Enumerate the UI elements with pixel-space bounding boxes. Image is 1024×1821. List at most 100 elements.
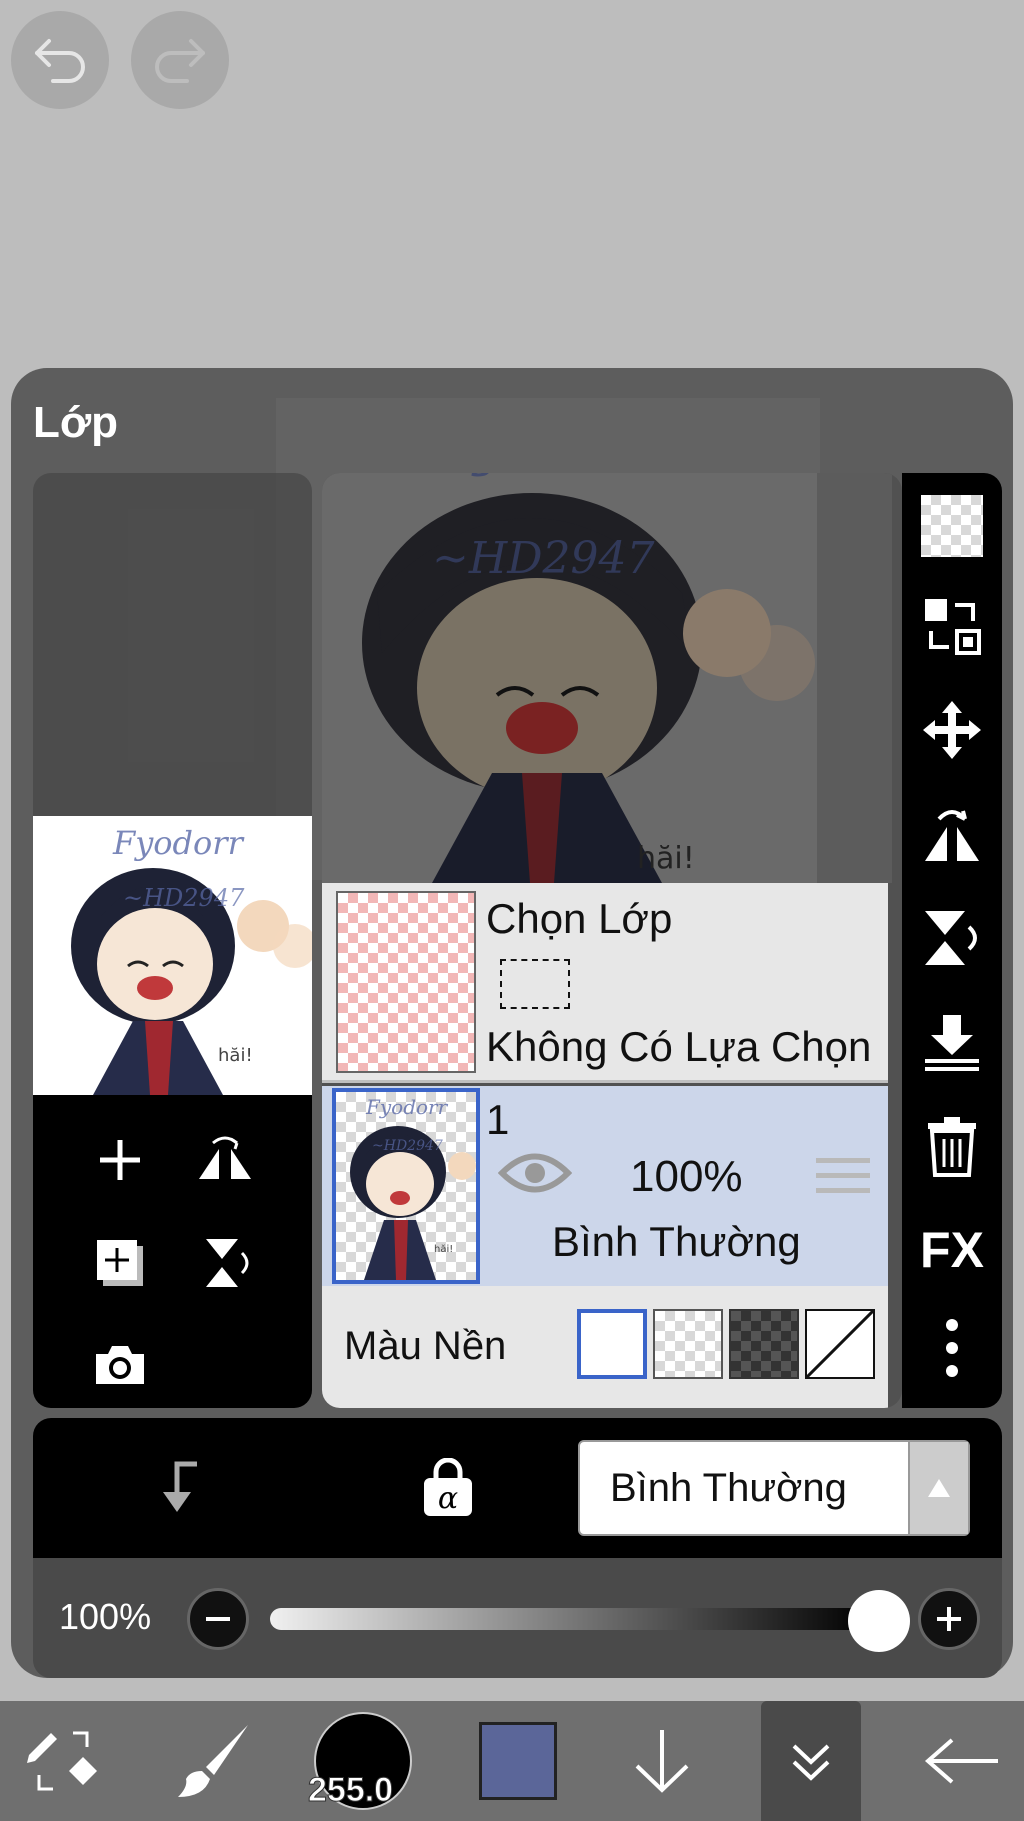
move-arrows-icon — [923, 701, 981, 759]
alpha-lock-button[interactable]: α — [413, 1448, 483, 1528]
background-color-row: Màu Nền — [322, 1286, 888, 1408]
flip-vertical-button[interactable] — [917, 903, 987, 973]
chibi-artwork-preview-image: Fyodorr ~HD2947 hăi! — [322, 473, 892, 883]
scroll-down-button[interactable] — [612, 1701, 712, 1821]
color-picker-button[interactable] — [468, 1701, 568, 1821]
undo-icon — [35, 39, 85, 83]
layer-drag-handle[interactable] — [816, 1156, 870, 1196]
copy-plus-icon — [97, 1240, 143, 1286]
brush-tool-button[interactable] — [162, 1701, 262, 1821]
canvas-preview: Fyodorr ~HD2947 hăi! — [322, 473, 892, 883]
opacity-decrease-button[interactable] — [187, 1588, 249, 1650]
chibi-artwork-image: Fyodorr ~HD2947 hăi! — [33, 816, 312, 1095]
triangle-up-icon — [928, 1479, 950, 1497]
selection-marquee-icon — [500, 959, 570, 1009]
layer-1-name: 1 — [486, 1096, 510, 1143]
move-layer-button[interactable] — [917, 695, 987, 765]
layer-overview: Fyodorr ~HD2947 hăi! — [33, 473, 312, 1408]
bg-dark-checker-option[interactable] — [729, 1309, 799, 1379]
drag-handle-icon — [816, 1158, 870, 1193]
selection-layer-row[interactable]: Chọn Lớp Không Có Lựa Chọn — [322, 883, 888, 1083]
flip-layer-horizontal-button[interactable] — [190, 1125, 260, 1195]
flip-layer-vertical-button[interactable] — [190, 1228, 260, 1298]
brush-size-value: 255.0 — [307, 1771, 394, 1810]
current-color-swatch — [479, 1722, 557, 1800]
svg-text:hăi!: hăi! — [218, 1045, 253, 1066]
selection-status: Không Có Lựa Chọn — [486, 1023, 872, 1070]
layer-1-blend-mode: Bình Thường — [552, 1218, 801, 1265]
merge-down-button[interactable] — [917, 1007, 987, 1077]
redo-icon — [155, 39, 205, 83]
alpha-lock-icon: α — [424, 1458, 472, 1516]
merge-down-icon — [925, 1015, 979, 1071]
svg-text:hăi!: hăi! — [637, 841, 695, 876]
opacity-slider[interactable] — [270, 1608, 870, 1630]
flip-vertical-icon — [206, 1239, 249, 1287]
opacity-slider-thumb[interactable] — [848, 1590, 910, 1652]
layer-1-opacity: 100% — [630, 1152, 743, 1201]
bg-none-option[interactable] — [805, 1309, 875, 1379]
layer-mode-bar: α Bình Thường — [33, 1418, 1002, 1558]
delete-layer-button[interactable] — [917, 1111, 987, 1181]
undo-button[interactable] — [11, 11, 109, 109]
opacity-increase-button[interactable] — [918, 1588, 980, 1650]
layers-tab-button[interactable] — [761, 1701, 861, 1821]
camera-import-button[interactable] — [85, 1330, 155, 1400]
minus-icon — [206, 1617, 230, 1621]
layer-list-area: Fyodorr ~HD2947 hăi! Chọn Lớp Không Có L… — [322, 473, 902, 1408]
selection-layer-thumbnail — [336, 891, 476, 1073]
svg-text:α: α — [438, 1481, 458, 1516]
add-copy-layer-button[interactable] — [85, 1228, 155, 1298]
clipping-button[interactable] — [143, 1448, 213, 1528]
panel-title: Lớp — [33, 398, 119, 447]
layer-visibility-toggle[interactable] — [497, 1148, 573, 1198]
trash-icon — [928, 1117, 976, 1177]
plus-icon — [937, 1607, 961, 1631]
brush-size-indicator: 255.0 — [307, 1712, 412, 1810]
eye-icon — [497, 1153, 573, 1193]
arrow-left-icon — [924, 1738, 998, 1784]
brush-size-button[interactable]: 255.0 — [307, 1701, 418, 1821]
svg-text:~HD2947: ~HD2947 — [372, 1138, 443, 1154]
brush-icon — [178, 1725, 248, 1797]
redo-button[interactable] — [131, 11, 229, 109]
flip-horizontal-button[interactable] — [917, 799, 987, 869]
blend-mode-value: Bình Thường — [610, 1465, 847, 1510]
layer-1-thumbnail: Fyodorr ~HD2947 hăi! — [332, 1088, 480, 1284]
back-button[interactable] — [912, 1701, 1012, 1821]
layer-1-artwork-image: Fyodorr ~HD2947 hăi! — [350, 1095, 476, 1280]
swap-layers-button[interactable] — [917, 591, 987, 661]
layer-row-1[interactable]: Fyodorr ~HD2947 hăi! 1 100% Bình Thường — [322, 1086, 888, 1286]
layer-tools — [33, 1095, 312, 1408]
tool-switch-button[interactable] — [18, 1701, 108, 1821]
bg-white-option[interactable] — [577, 1309, 647, 1379]
opacity-bar: 100% — [33, 1558, 1002, 1678]
blend-mode-select[interactable]: Bình Thường — [578, 1440, 970, 1536]
layer-side-toolbar: FX — [902, 473, 1002, 1408]
more-options-button[interactable] — [917, 1313, 987, 1383]
fx-button[interactable]: FX — [910, 1215, 994, 1285]
add-layer-button[interactable] — [85, 1125, 155, 1195]
swap-layers-icon — [925, 599, 981, 655]
arrow-down-icon — [635, 1730, 689, 1793]
flip-vertical-icon — [925, 911, 977, 965]
bg-transparent-option[interactable] — [653, 1309, 723, 1379]
svg-text:~HD2947: ~HD2947 — [432, 533, 655, 584]
plus-icon — [100, 1140, 140, 1180]
svg-text:~HD2947: ~HD2947 — [123, 884, 245, 912]
bottom-toolbar: 255.0 — [0, 1701, 1024, 1821]
blend-mode-dropdown-arrow[interactable] — [908, 1442, 968, 1534]
svg-text:Fyodorr: Fyodorr — [365, 1095, 449, 1119]
flip-horizontal-icon — [925, 810, 979, 861]
chevron-double-down-icon — [792, 1744, 830, 1781]
camera-icon — [96, 1346, 144, 1384]
more-vertical-icon — [946, 1319, 958, 1377]
canvas-thumbnail[interactable]: Fyodorr ~HD2947 hăi! — [33, 816, 312, 1095]
pen-eraser-swap-icon — [27, 1731, 97, 1791]
svg-text:hăi!: hăi! — [434, 1244, 453, 1255]
layer-panel: Lớp Fyodorr ~HD2947 hăi! ~HD2947 hăi! Ch… — [11, 368, 1013, 1678]
selection-layer-title: Chọn Lớp — [486, 895, 673, 942]
diagonal-slash-icon — [805, 1309, 875, 1379]
transparency-checker-button[interactable] — [921, 495, 983, 557]
background-color-label: Màu Nền — [344, 1324, 507, 1368]
